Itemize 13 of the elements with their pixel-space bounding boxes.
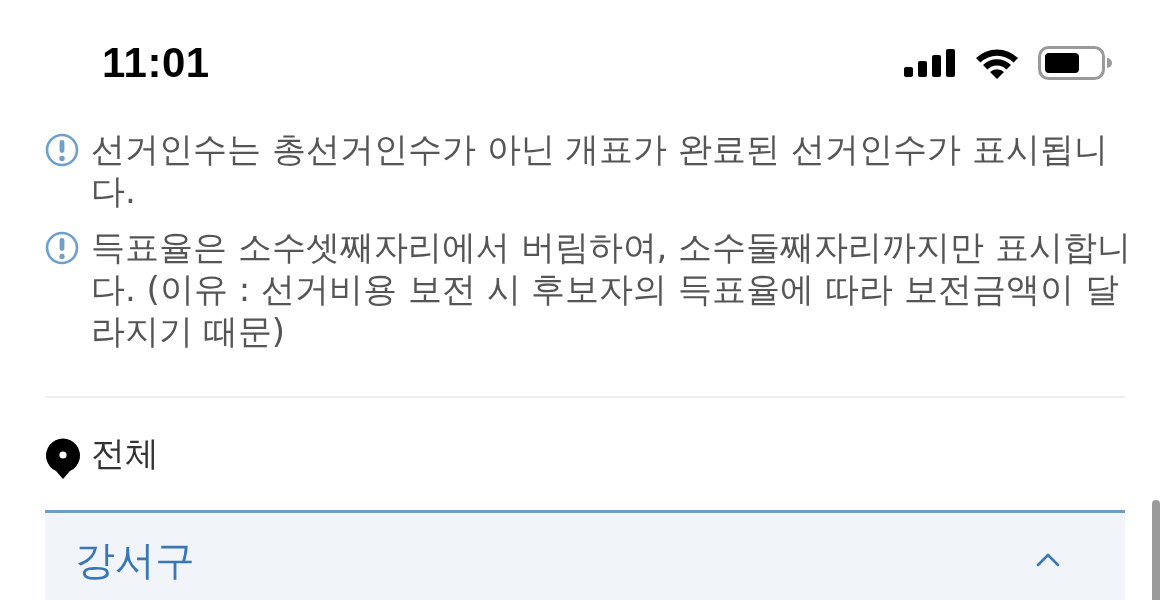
battery-icon	[1038, 46, 1112, 80]
notice-text: 득표율은 소수셋째자리에서 버림하여, 소수둘째자리까지만 표시합니다. (이유 : 선거비용 보전 시 후보자의 득표율에 따라 보전금액이 달라지기 때문)	[91, 226, 1133, 352]
status-time: 11:01	[102, 39, 210, 87]
signal-bars-icon	[904, 49, 956, 77]
district-name: 강서구	[75, 537, 195, 583]
location-pin-icon	[45, 437, 81, 479]
exclamation-circle-icon	[45, 231, 79, 265]
exclamation-circle-icon	[45, 133, 79, 167]
wifi-icon	[974, 47, 1020, 79]
chevron-icon[interactable]	[1036, 553, 1060, 567]
notice-text: 선거인수는 총선거인수가 아닌 개표가 완료된 선거인수가 표시됩니다.	[91, 128, 1109, 212]
district-panel[interactable]: 강서구	[45, 510, 1125, 600]
region-heading: 전체	[91, 432, 159, 475]
